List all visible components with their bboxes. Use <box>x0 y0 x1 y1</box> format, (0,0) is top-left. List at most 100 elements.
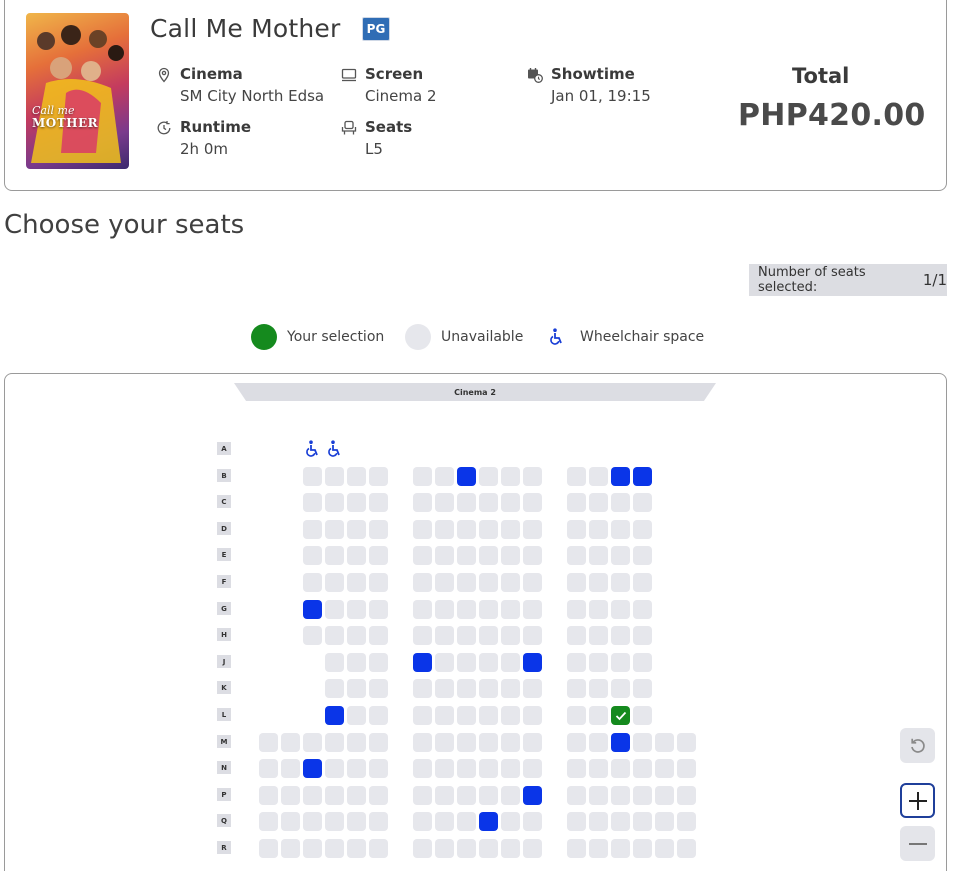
seat-p17[interactable] <box>611 786 630 805</box>
seat-q17[interactable] <box>611 812 630 831</box>
seat-j10[interactable] <box>457 653 476 672</box>
seat-q15[interactable] <box>567 812 586 831</box>
seat-h6[interactable] <box>369 626 388 645</box>
seat-d16[interactable] <box>589 520 608 539</box>
seat-h17[interactable] <box>611 626 630 645</box>
seat-b13[interactable] <box>523 467 542 486</box>
seat-j12[interactable] <box>501 653 520 672</box>
seat-e8[interactable] <box>413 546 432 565</box>
seat-m8[interactable] <box>413 733 432 752</box>
seat-c5[interactable] <box>347 493 366 512</box>
zoom-in-button[interactable] <box>900 783 935 818</box>
seat-c18[interactable] <box>633 493 652 512</box>
seat-b5[interactable] <box>347 467 366 486</box>
seat-q10[interactable] <box>457 812 476 831</box>
seat-r5[interactable] <box>347 839 366 858</box>
seat-j16[interactable] <box>589 653 608 672</box>
seat-l6[interactable] <box>369 706 388 725</box>
seat-p8[interactable] <box>413 786 432 805</box>
seat-m19[interactable] <box>655 733 674 752</box>
seat-p19[interactable] <box>655 786 674 805</box>
seat-m9[interactable] <box>435 733 454 752</box>
seat-l8[interactable] <box>413 706 432 725</box>
seat-n19[interactable] <box>655 759 674 778</box>
seat-n9[interactable] <box>435 759 454 778</box>
seat-k13[interactable] <box>523 679 542 698</box>
seat-g18[interactable] <box>633 600 652 619</box>
seat-f13[interactable] <box>523 573 542 592</box>
seat-r19[interactable] <box>655 839 674 858</box>
seat-l9[interactable] <box>435 706 454 725</box>
seat-d13[interactable] <box>523 520 542 539</box>
seat-b4[interactable] <box>325 467 344 486</box>
seat-e13[interactable] <box>523 546 542 565</box>
seat-g17[interactable] <box>611 600 630 619</box>
seat-n5[interactable] <box>347 759 366 778</box>
seat-e3[interactable] <box>303 546 322 565</box>
seat-c17[interactable] <box>611 493 630 512</box>
seat-q8[interactable] <box>413 812 432 831</box>
seat-e6[interactable] <box>369 546 388 565</box>
seat-c13[interactable] <box>523 493 542 512</box>
seat-r16[interactable] <box>589 839 608 858</box>
seat-m12[interactable] <box>501 733 520 752</box>
seat-g16[interactable] <box>589 600 608 619</box>
seat-n6[interactable] <box>369 759 388 778</box>
seat-k15[interactable] <box>567 679 586 698</box>
seat-l11[interactable] <box>479 706 498 725</box>
seat-h11[interactable] <box>479 626 498 645</box>
seat-l10[interactable] <box>457 706 476 725</box>
seat-q3[interactable] <box>303 812 322 831</box>
seat-f3[interactable] <box>303 573 322 592</box>
seat-m5[interactable] <box>347 733 366 752</box>
seat-r2[interactable] <box>281 839 300 858</box>
seat-k17[interactable] <box>611 679 630 698</box>
seat-m18[interactable] <box>633 733 652 752</box>
seat-f5[interactable] <box>347 573 366 592</box>
seat-n13[interactable] <box>523 759 542 778</box>
seat-q4[interactable] <box>325 812 344 831</box>
seat-q2[interactable] <box>281 812 300 831</box>
seat-p15[interactable] <box>567 786 586 805</box>
seat-f12[interactable] <box>501 573 520 592</box>
seat-k9[interactable] <box>435 679 454 698</box>
seat-p4[interactable] <box>325 786 344 805</box>
seat-r13[interactable] <box>523 839 542 858</box>
seat-d9[interactable] <box>435 520 454 539</box>
seat-l13[interactable] <box>523 706 542 725</box>
seat-k16[interactable] <box>589 679 608 698</box>
seat-r6[interactable] <box>369 839 388 858</box>
seat-r3[interactable] <box>303 839 322 858</box>
seat-h10[interactable] <box>457 626 476 645</box>
seat-p1[interactable] <box>259 786 278 805</box>
seat-q6[interactable] <box>369 812 388 831</box>
seat-f4[interactable] <box>325 573 344 592</box>
seat-f10[interactable] <box>457 573 476 592</box>
seat-h15[interactable] <box>567 626 586 645</box>
seat-l5[interactable] <box>347 706 366 725</box>
seat-m20[interactable] <box>677 733 696 752</box>
seat-k6[interactable] <box>369 679 388 698</box>
seat-n2[interactable] <box>281 759 300 778</box>
seat-e12[interactable] <box>501 546 520 565</box>
seat-q12[interactable] <box>501 812 520 831</box>
seat-r11[interactable] <box>479 839 498 858</box>
seat-g12[interactable] <box>501 600 520 619</box>
seat-e9[interactable] <box>435 546 454 565</box>
seat-g8[interactable] <box>413 600 432 619</box>
seat-d3[interactable] <box>303 520 322 539</box>
seat-p2[interactable] <box>281 786 300 805</box>
seat-f18[interactable] <box>633 573 652 592</box>
seat-p20[interactable] <box>677 786 696 805</box>
seat-g4[interactable] <box>325 600 344 619</box>
seat-k8[interactable] <box>413 679 432 698</box>
seat-f8[interactable] <box>413 573 432 592</box>
seat-b3[interactable] <box>303 467 322 486</box>
seat-n12[interactable] <box>501 759 520 778</box>
seat-c6[interactable] <box>369 493 388 512</box>
seat-l18[interactable] <box>633 706 652 725</box>
seat-r8[interactable] <box>413 839 432 858</box>
seat-b6[interactable] <box>369 467 388 486</box>
seat-c8[interactable] <box>413 493 432 512</box>
seat-r1[interactable] <box>259 839 278 858</box>
